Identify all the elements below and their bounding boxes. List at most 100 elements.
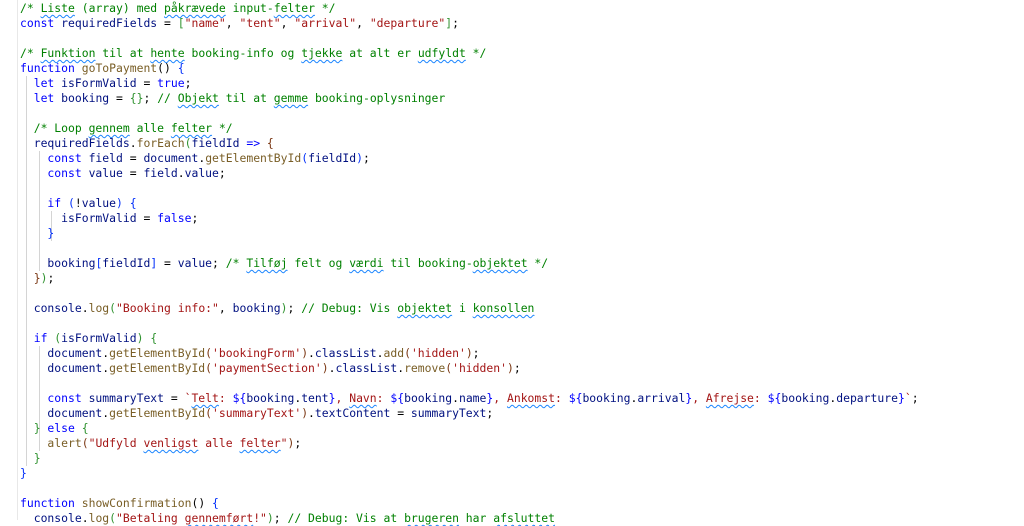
code-token: ; <box>472 346 480 360</box>
code-token: value <box>184 166 219 180</box>
code-token: } <box>20 271 41 285</box>
code-line[interactable]: function goToPayment() { <box>20 61 185 76</box>
code-token: ; <box>294 436 302 450</box>
code-token: value <box>177 256 213 270</box>
code-line[interactable]: /* Loop gennem alle felter */ <box>20 121 233 136</box>
spellcheck-flagged-token: objektet <box>472 256 528 270</box>
code-token: forEach <box>136 136 185 150</box>
code-token: // <box>157 91 178 105</box>
editor-gutter-edge <box>17 0 18 520</box>
code-token: /* <box>20 46 41 60</box>
code-token: else <box>40 421 82 435</box>
code-line[interactable]: const field = document.getElementById(fi… <box>20 151 369 166</box>
code-line[interactable]: isFormValid = false; <box>20 211 198 226</box>
code-token: ( <box>81 436 89 450</box>
code-token: console <box>20 301 82 315</box>
code-line[interactable]: alert("Udfyld venligst alle felter"); <box>20 436 301 451</box>
code-token: ) <box>266 511 274 525</box>
code-token: . <box>177 166 185 180</box>
code-token: til at <box>95 46 151 60</box>
code-token: = <box>122 166 144 180</box>
code-token: . <box>376 346 384 360</box>
code-token: ) <box>356 151 363 165</box>
code-token: classList <box>314 346 377 360</box>
code-token: getElementById <box>205 151 302 165</box>
spellcheck-flagged-token: felter <box>273 1 315 15</box>
code-token: ( <box>404 346 411 360</box>
code-token: ${ <box>767 391 782 405</box>
code-editor[interactable]: /* Liste (array) med påkrævede input-fel… <box>0 0 1024 525</box>
spellcheck-flagged-token: Tilføj <box>246 256 288 270</box>
spellcheck-flagged-token: felter <box>239 436 281 450</box>
code-token: { <box>266 136 274 150</box>
code-token: document <box>143 151 199 165</box>
code-line[interactable]: let booking = {}; // Objekt til at gemme… <box>20 91 446 106</box>
spellcheck-flagged-token: hente <box>150 46 185 60</box>
code-token: => <box>239 136 267 150</box>
code-line[interactable]: } <box>20 226 54 241</box>
code-token: ( <box>109 301 117 315</box>
code-line[interactable]: document.getElementById('summaryText').t… <box>20 406 493 421</box>
code-token: ${ <box>232 391 247 405</box>
code-line[interactable]: if (!value) { <box>20 196 136 211</box>
code-line[interactable]: } <box>20 466 27 481</box>
code-line[interactable]: const summaryText = `Telt: ${booking.ten… <box>20 391 919 406</box>
code-token: getElementById <box>109 406 206 420</box>
code-line[interactable]: const value = field.value; <box>20 166 225 181</box>
code-token: . <box>452 391 459 405</box>
code-line[interactable]: /* Liste (array) med påkrævede input-fel… <box>20 1 336 16</box>
code-token: () <box>191 496 213 510</box>
code-token: arrival <box>637 391 686 405</box>
code-token: 'hidden' <box>410 346 466 360</box>
code-token: , <box>493 391 507 405</box>
code-token: , <box>335 391 350 405</box>
code-line[interactable]: /* Funktion til at hente booking-info og… <box>20 46 486 61</box>
code-line[interactable]: if (isFormValid) { <box>20 331 157 346</box>
code-line[interactable]: const requiredFields = ["name", "tent", … <box>20 16 459 31</box>
spellcheck-flagged-token: Funktion <box>40 46 96 60</box>
code-token: document <box>20 406 103 420</box>
code-token: /* <box>20 1 41 15</box>
code-line[interactable]: requiredFields.forEach(fieldId => { <box>20 136 274 151</box>
code-line[interactable]: let isFormValid = true; <box>20 76 192 91</box>
code-line[interactable]: booking[fieldId] = value; /* Tilføj felt… <box>20 256 548 271</box>
code-token: log <box>88 511 110 525</box>
code-line[interactable]: document.getElementById('bookingForm').c… <box>20 346 480 361</box>
code-token: } <box>328 391 336 405</box>
spellcheck-flagged-token: udfyldt <box>417 46 466 60</box>
code-line[interactable]: }); <box>20 271 55 286</box>
code-line[interactable]: console.log("Booking info:", booking); /… <box>20 301 535 316</box>
code-token: function <box>20 496 82 510</box>
code-line[interactable]: document.getElementById('paymentSection'… <box>20 361 520 376</box>
code-token: { <box>177 61 185 75</box>
code-token: } <box>897 391 905 405</box>
code-token: name <box>458 391 487 405</box>
code-token: ; <box>486 406 494 420</box>
code-token: 'hidden' <box>452 361 507 375</box>
code-token: getElementById <box>109 361 206 375</box>
code-token: = <box>164 391 185 405</box>
code-token: booking-oplysninger <box>308 91 446 105</box>
code-line[interactable]: console.log("Betaling gennemført!"); // … <box>20 511 555 526</box>
code-token: fieldId <box>308 151 357 165</box>
code-token: "Betaling <box>116 511 185 525</box>
code-token: 'paymentSection' <box>212 361 322 375</box>
code-token: () <box>157 61 178 75</box>
code-token: ; <box>911 391 919 405</box>
code-token: let <box>20 91 62 105</box>
code-token: booking-info og <box>184 46 302 60</box>
code-token: isFormValid <box>20 211 137 225</box>
code-token: const <box>20 391 89 405</box>
code-line[interactable]: } <box>20 451 41 466</box>
code-token: fieldId <box>102 256 151 270</box>
code-token: field <box>143 166 178 180</box>
code-token: "Udfyld <box>88 436 144 450</box>
code-line[interactable]: } else { <box>20 421 89 436</box>
code-token: 'bookingForm' <box>212 346 302 360</box>
code-token: , <box>692 391 706 405</box>
code-line[interactable]: function showConfirmation() { <box>20 496 219 511</box>
code-token: booking <box>20 256 96 270</box>
code-token: const <box>20 166 89 180</box>
code-token: ; <box>212 256 226 270</box>
spellcheck-flagged-token: gemme <box>273 91 309 105</box>
